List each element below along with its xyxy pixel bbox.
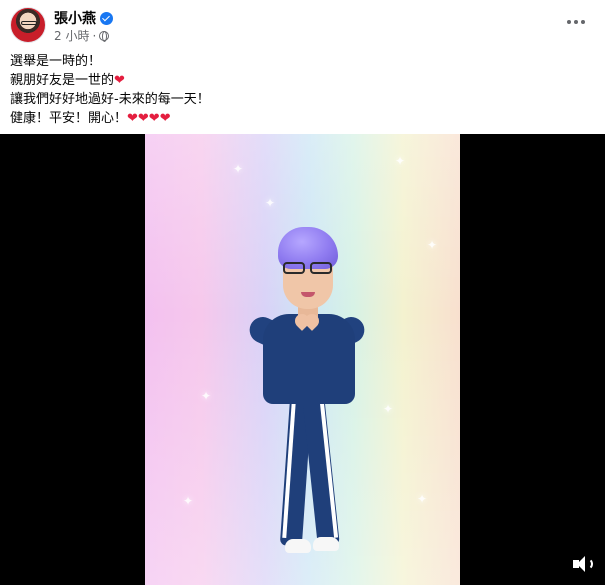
- volume-icon[interactable]: [571, 553, 595, 575]
- meta-separator: ·: [92, 28, 97, 43]
- post-text-line-4: 健康！平安！開心！❤❤❤❤: [10, 111, 171, 126]
- post-video[interactable]: ✦ ✦ ✦ ✦ ✦ ✦ ✦ ✦: [0, 134, 605, 585]
- verified-badge-icon: [100, 11, 113, 25]
- facebook-post: 張小燕 2 小時 · 選舉是一時的！ 親朋好友是一世的❤ 讓我們好好地過好-未來…: [0, 0, 605, 585]
- post-meta: 2 小時 ·: [54, 27, 110, 44]
- heart-hands-gesture: [295, 314, 321, 332]
- author-avatar[interactable]: [10, 7, 46, 43]
- more-options-icon[interactable]: [563, 12, 589, 32]
- post-text-line-2: 親朋好友是一世的❤: [10, 73, 125, 88]
- author-line: 張小燕: [54, 8, 113, 28]
- post-text: 選舉是一時的！ 親朋好友是一世的❤ 讓我們好好地過好-未來的每一天！ 健康！平安…: [10, 52, 210, 128]
- author-name[interactable]: 張小燕: [54, 8, 96, 28]
- video-frame: ✦ ✦ ✦ ✦ ✦ ✦ ✦ ✦: [145, 134, 460, 585]
- heart-emoji: ❤: [114, 73, 125, 88]
- post-timestamp[interactable]: 2 小時: [54, 27, 89, 44]
- post-text-line-1: 選舉是一時的！: [10, 54, 102, 69]
- post-header: 張小燕 2 小時 ·: [10, 6, 595, 44]
- avatar-glasses-detail: [21, 21, 37, 25]
- post-text-line-3: 讓我們好好地過好-未來的每一天！: [10, 92, 210, 107]
- globe-icon[interactable]: [99, 30, 110, 42]
- animated-avatar-figure: [145, 134, 460, 585]
- heart-emojis: ❤❤❤❤: [127, 111, 171, 126]
